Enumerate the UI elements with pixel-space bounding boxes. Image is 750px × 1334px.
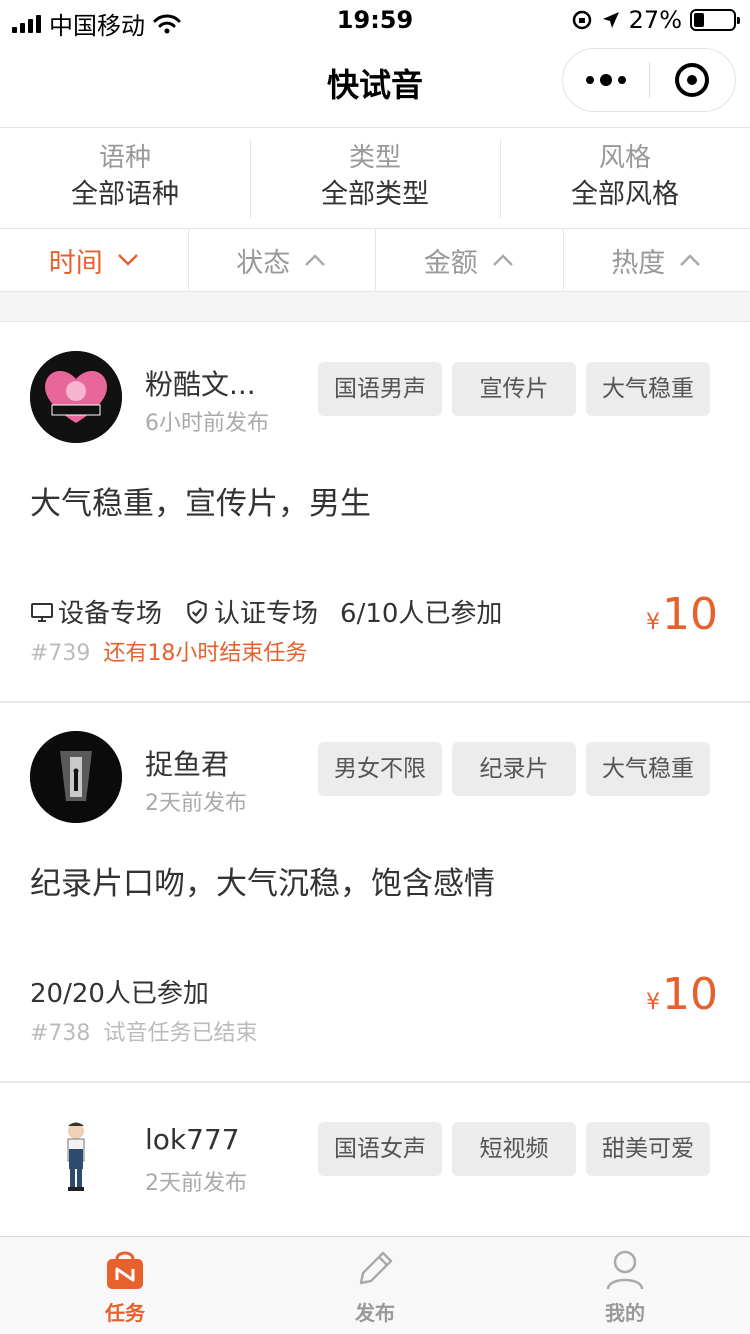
mini-program-capsule (562, 48, 736, 112)
chevron-down-icon (117, 254, 138, 266)
user-name: 捉鱼君 (145, 748, 230, 781)
participant-count: 6/10人已参加 (340, 599, 503, 629)
nav-bar: 快试音 (0, 40, 750, 128)
filter-label: 语种 (98, 143, 151, 173)
task-price: ¥ 10 (646, 589, 718, 640)
tag-list: 国语女声 短视频 甜美可爱 (318, 1122, 710, 1176)
tag: 大气稳重 (586, 742, 710, 796)
post-time: 2天前发布 (145, 791, 247, 816)
shield-check-icon (187, 599, 207, 624)
filter-type[interactable]: 类型 全部类型 (250, 129, 500, 228)
tag: 国语女声 (318, 1122, 442, 1176)
sort-time[interactable]: 时间 (0, 229, 188, 291)
post-time: 6小时前发布 (145, 411, 269, 436)
tab-profile[interactable]: 我的 (500, 1237, 750, 1334)
device-label: 设备专场 (58, 599, 163, 629)
tag: 纪录片 (452, 742, 576, 796)
avatar[interactable] (30, 1111, 122, 1203)
chevron-up-icon (492, 254, 513, 266)
tab-bar: 任务 发布 我的 (0, 1236, 750, 1334)
tag: 短视频 (452, 1122, 576, 1176)
tag-list: 男女不限 纪录片 大气稳重 (318, 742, 710, 796)
cartoon-person-icon (30, 1111, 122, 1203)
location-arrow-icon (602, 12, 619, 28)
task-price: ¥ 10 (646, 969, 718, 1020)
sort-label: 金额 (423, 247, 478, 279)
tab-tasks[interactable]: 任务 (0, 1237, 250, 1334)
user-icon (606, 1250, 644, 1290)
tag-list: 国语男声 宣传片 大气稳重 (318, 362, 710, 416)
status-bar: 中国移动 19:59 27% (0, 0, 750, 40)
filter-language[interactable]: 语种 全部语种 (0, 129, 250, 228)
sort-status[interactable]: 状态 (187, 229, 376, 291)
task-description: 大气稳重，宣传片，男生 (30, 486, 371, 522)
target-icon (675, 63, 710, 97)
chevron-up-icon (305, 254, 326, 266)
task-list: 粉酷文... 6小时前发布 国语男声 宣传片 大气稳重 大气稳重，宣传片，男生 … (0, 323, 750, 1233)
price-amount: 10 (662, 969, 718, 1020)
certified-label: 认证专场 (214, 599, 319, 629)
sort-label: 时间 (48, 247, 103, 279)
task-sub-info: #738 试音任务已结束 (30, 1015, 257, 1047)
task-ended-status: 试音任务已结束 (103, 1021, 258, 1046)
tag: 宣传片 (452, 362, 576, 416)
sort-amount[interactable]: 金额 (375, 229, 563, 291)
filter-value: 全部风格 (571, 179, 679, 210)
sort-label: 状态 (236, 247, 291, 279)
chevron-up-icon (680, 254, 701, 266)
participant-count: 20/20人已参加 (30, 979, 209, 1009)
tab-label: 发布 (355, 1301, 395, 1325)
filter-label: 风格 (598, 143, 651, 173)
tag: 大气稳重 (586, 362, 710, 416)
monitor-icon (31, 602, 53, 622)
post-time: 2天前发布 (145, 1171, 247, 1196)
filter-value: 全部类型 (321, 179, 429, 210)
sort-row: 时间 状态 金额 热度 (0, 229, 750, 292)
task-meta: 设备专场 认证专场 6/10人已参加 (30, 593, 502, 630)
task-card[interactable]: lok777 2天前发布 国语女声 短视频 甜美可爱 (0, 1083, 750, 1233)
corridor-photo-icon (30, 731, 122, 823)
battery-percent: 27% (628, 6, 682, 34)
battery-icon (690, 9, 740, 31)
task-sub-info: #739 还有18小时结束任务 (30, 635, 307, 667)
filter-style[interactable]: 风格 全部风格 (500, 129, 750, 228)
user-name: 粉酷文... (145, 368, 256, 401)
tag: 国语男声 (318, 362, 442, 416)
tag: 甜美可爱 (586, 1122, 710, 1176)
sort-popularity[interactable]: 热度 (562, 229, 750, 291)
currency-symbol: ¥ (646, 990, 660, 1015)
filter-label: 类型 (348, 143, 401, 173)
task-id: #738 (30, 1021, 91, 1046)
heart-logo-icon (30, 351, 122, 443)
battery-fill (694, 13, 705, 27)
task-id: #739 (30, 641, 91, 666)
tab-label: 任务 (105, 1301, 145, 1325)
filter-row: 语种 全部语种 类型 全部类型 风格 全部风格 (0, 129, 750, 229)
sort-label: 热度 (611, 247, 666, 279)
task-description: 纪录片口吻，大气沉稳，饱含感情 (30, 866, 495, 902)
bag-icon (107, 1251, 143, 1289)
tag: 男女不限 (318, 742, 442, 796)
task-meta: 20/20人已参加 (30, 973, 209, 1010)
remaining-time: 还有18小时结束任务 (103, 641, 308, 666)
rotation-lock-icon (572, 10, 591, 30)
close-mini-program-button[interactable] (650, 63, 736, 97)
task-card[interactable]: 捉鱼君 2天前发布 男女不限 纪录片 大气稳重 纪录片口吻，大气沉稳，饱含感情 … (0, 703, 750, 1083)
user-name: lok777 (145, 1123, 240, 1156)
filter-value: 全部语种 (71, 179, 179, 210)
task-card[interactable]: 粉酷文... 6小时前发布 国语男声 宣传片 大气稳重 大气稳重，宣传片，男生 … (0, 323, 750, 703)
section-spacer (0, 292, 750, 322)
avatar[interactable] (30, 351, 122, 443)
more-menu-icon[interactable] (563, 74, 649, 86)
status-right: 27% (571, 6, 740, 34)
price-amount: 10 (662, 589, 718, 640)
tab-label: 我的 (605, 1301, 645, 1325)
pencil-icon (359, 1251, 393, 1285)
currency-symbol: ¥ (646, 610, 660, 635)
tab-publish[interactable]: 发布 (250, 1237, 500, 1334)
avatar[interactable] (30, 731, 122, 823)
